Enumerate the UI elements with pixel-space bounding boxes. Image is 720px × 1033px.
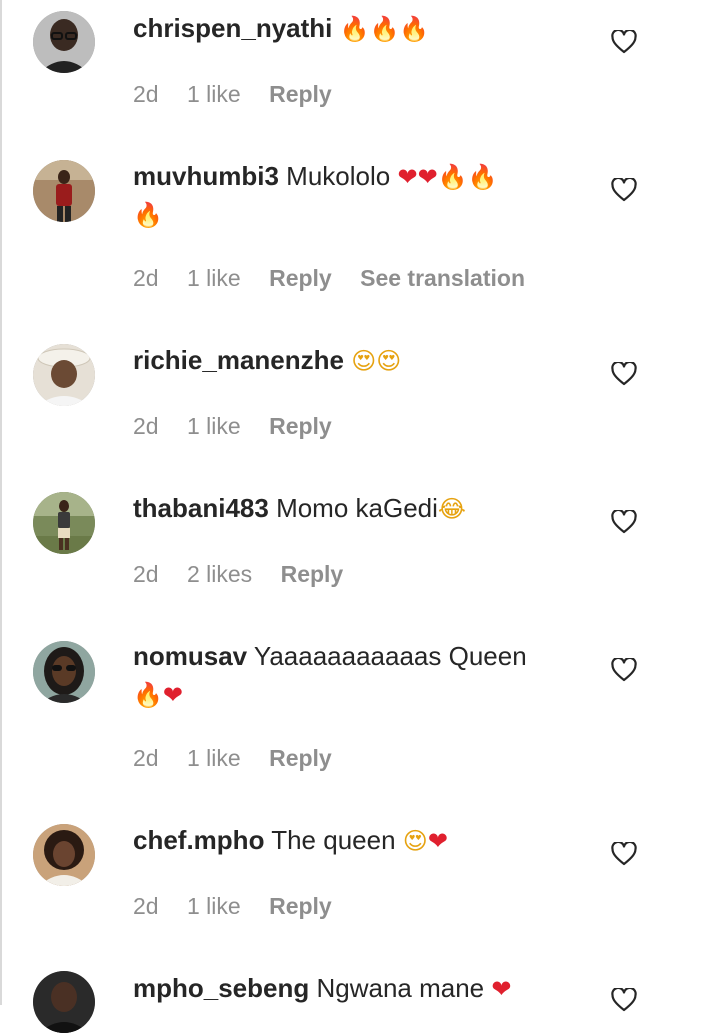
comment-body: mpho_sebeng Ngwana mane ❤ [133, 970, 563, 1008]
screen-edge [0, 0, 2, 1005]
comment-body: thabani483 Momo kaGedi😂 [133, 490, 563, 528]
comment-likes[interactable]: 1 like [187, 745, 241, 771]
comment-meta: 2d 1 like Reply [133, 893, 354, 920]
heart-emoji: ❤ [417, 163, 438, 191]
comment-text: Yaaaaaaaaaaas Queen [253, 641, 527, 671]
heart-emoji: ❤ [491, 975, 512, 1003]
avatar[interactable] [33, 824, 95, 886]
comment-continuation: 🔥❤ [133, 676, 183, 714]
comment-body: chef.mpho The queen 😍❤ [133, 822, 563, 860]
reply-button[interactable]: Reply [269, 265, 332, 291]
comment-meta: 2d 1 like Reply [133, 81, 354, 108]
avatar-man-outdoors-icon [33, 492, 95, 554]
comment-time: 2d [133, 265, 159, 291]
fire-emoji: 🔥 [133, 201, 163, 229]
heart-eyes-emoji: 😍 [351, 347, 377, 375]
heart-outline-icon [611, 178, 637, 202]
comment-meta: 2d 2 likes Reply [133, 561, 365, 588]
comment-likes[interactable]: 2 likes [187, 561, 252, 587]
reply-button[interactable]: Reply [269, 81, 332, 107]
comment-likes[interactable]: 1 like [187, 265, 241, 291]
comment-time: 2d [133, 745, 159, 771]
heart-eyes-emoji: 😍 [402, 827, 428, 855]
fire-emoji: 🔥 [133, 681, 163, 709]
comment-text: Mukololo [286, 161, 391, 191]
reply-button[interactable]: Reply [269, 893, 332, 919]
fire-emoji: 🔥 [369, 15, 400, 43]
fire-emoji: 🔥 [339, 15, 370, 43]
avatar-man-dark-icon [33, 971, 95, 1033]
avatar-woman-curly-hair-icon [33, 824, 95, 886]
like-button[interactable] [611, 988, 637, 1012]
comment-time: 2d [133, 893, 159, 919]
comment-text: Ngwana mane [316, 973, 485, 1003]
heart-outline-icon [611, 510, 637, 534]
comment-body: chrispen_nyathi 🔥🔥🔥 [133, 10, 563, 48]
comment-likes[interactable]: 1 like [187, 893, 241, 919]
avatar[interactable] [33, 971, 95, 1033]
fire-emoji: 🔥 [437, 163, 468, 191]
comment-meta: 2d 1 like Reply See translation [133, 265, 547, 292]
comment-username[interactable]: chef.mpho [133, 825, 264, 855]
avatar[interactable] [33, 344, 95, 406]
comment-likes[interactable]: 1 like [187, 413, 241, 439]
heart-outline-icon [611, 658, 637, 682]
avatar[interactable] [33, 160, 95, 222]
comment-body: muvhumbi3 Mukololo ❤❤🔥🔥 [133, 158, 563, 196]
comment-likes[interactable]: 1 like [187, 81, 241, 107]
comment-time: 2d [133, 81, 159, 107]
avatar-woman-sunglasses-icon [33, 641, 95, 703]
avatar-man-glasses-icon [33, 11, 95, 73]
heart-emoji: ❤ [427, 827, 448, 855]
reply-button[interactable]: Reply [281, 561, 344, 587]
like-button[interactable] [611, 658, 637, 682]
like-button[interactable] [611, 842, 637, 866]
comment-meta: 2d 1 like Reply [133, 413, 354, 440]
comment-time: 2d [133, 561, 159, 587]
comment-body: nomusav Yaaaaaaaaaaas Queen [133, 638, 563, 675]
comment-continuation: 🔥 [133, 196, 163, 234]
comment-username[interactable]: nomusav [133, 641, 247, 671]
see-translation-button[interactable]: See translation [360, 265, 525, 291]
avatar[interactable] [33, 11, 95, 73]
heart-outline-icon [611, 30, 637, 54]
heart-outline-icon [611, 362, 637, 386]
avatar-man-red-shirt-icon [33, 160, 95, 222]
reply-button[interactable]: Reply [269, 745, 332, 771]
heart-emoji: ❤ [162, 681, 183, 709]
reply-button[interactable]: Reply [269, 413, 332, 439]
comment-username[interactable]: thabani483 [133, 493, 269, 523]
comment-meta: 2d 1 like Reply [133, 745, 354, 772]
heart-emoji: ❤ [397, 163, 418, 191]
like-button[interactable] [611, 30, 637, 54]
tears-of-joy-emoji: 😂 [437, 495, 466, 523]
heart-outline-icon [611, 988, 637, 1012]
comment-body: richie_manenzhe 😍😍 [133, 342, 563, 380]
comment-username[interactable]: muvhumbi3 [133, 161, 279, 191]
comment-username[interactable]: mpho_sebeng [133, 973, 309, 1003]
comment-text: The queen [271, 825, 396, 855]
fire-emoji: 🔥 [399, 15, 430, 43]
avatar[interactable] [33, 641, 95, 703]
heart-outline-icon [611, 842, 637, 866]
like-button[interactable] [611, 362, 637, 386]
comment-username[interactable]: richie_manenzhe [133, 345, 344, 375]
avatar-man-hat-icon [33, 344, 95, 406]
fire-emoji: 🔥 [467, 163, 498, 191]
like-button[interactable] [611, 178, 637, 202]
avatar[interactable] [33, 492, 95, 554]
comment-time: 2d [133, 413, 159, 439]
heart-eyes-emoji: 😍 [376, 347, 402, 375]
like-button[interactable] [611, 510, 637, 534]
comment-text: Momo kaGedi [276, 493, 438, 523]
comment-username[interactable]: chrispen_nyathi [133, 13, 332, 43]
